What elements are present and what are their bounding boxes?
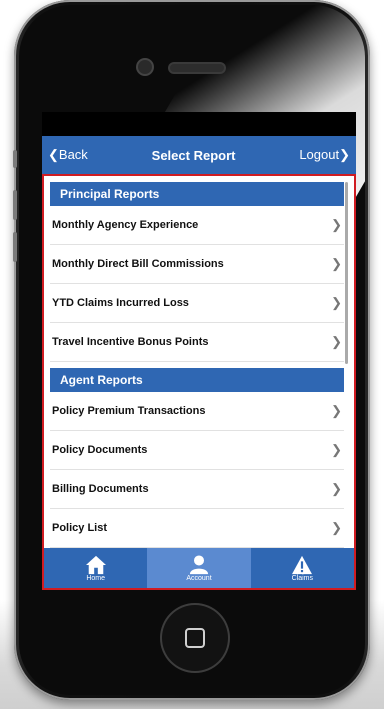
volume-up-button [13, 190, 17, 220]
mute-switch [13, 150, 17, 168]
earpiece-speaker [170, 64, 224, 72]
report-list[interactable]: Principal Reports Monthly Agency Experie… [44, 176, 354, 548]
tab-account[interactable]: Account [147, 548, 251, 588]
section-header-agent-reports: Agent Reports [50, 368, 344, 392]
logout-button[interactable]: Logout❯ [299, 147, 350, 163]
chevron-right-icon: ❯ [331, 403, 342, 418]
volume-down-button [13, 232, 17, 262]
list-item-label: Monthly Direct Bill Commissions [52, 258, 224, 270]
list-item-label: Travel Incentive Bonus Points [52, 336, 209, 348]
list-item-label: Policy List [52, 522, 108, 534]
chevron-left-icon: ❮ [48, 147, 59, 162]
list-item-label: Monthly Agency Experience [52, 219, 199, 231]
page-title: Select Report [151, 147, 236, 163]
report-list-panel: Principal Reports Monthly Agency Experie… [42, 174, 356, 590]
list-item[interactable]: Policy Premium Transactions ❯ [50, 392, 344, 431]
phone-home-button[interactable] [160, 603, 230, 673]
list-item[interactable]: YTD Claims Incurred Loss ❯ [50, 284, 344, 323]
home-square-icon [185, 628, 205, 648]
section-header-principal-reports: Principal Reports [50, 182, 344, 206]
chevron-right-icon: ❯ [331, 295, 342, 310]
list-item[interactable]: Monthly Direct Bill Commissions ❯ [50, 245, 344, 284]
tab-claims-label: Claims [291, 574, 314, 582]
chevron-right-icon: ❯ [331, 481, 342, 496]
list-item-label: Policy Documents [52, 444, 148, 456]
tab-claims[interactable]: Claims [251, 548, 354, 588]
tab-home-label: Home [86, 574, 105, 582]
back-button[interactable]: ❮Back [48, 147, 88, 163]
scrollbar[interactable] [345, 182, 348, 364]
list-item-label: Billing Documents [52, 483, 149, 495]
list-item[interactable]: Billing Documents ❯ [50, 470, 344, 509]
list-item[interactable]: Travel Incentive Bonus Points ❯ [50, 323, 344, 362]
chevron-right-icon: ❯ [331, 217, 342, 232]
back-label: Back [58, 147, 88, 162]
list-item-label: Policy Premium Transactions [52, 405, 206, 417]
tab-bar: Home Account Claims [44, 548, 354, 588]
list-item[interactable]: Policy Documents ❯ [50, 431, 344, 470]
person-icon [189, 554, 209, 574]
list-item[interactable]: Monthly Agency Experience ❯ [50, 206, 344, 245]
nav-bar: ❮Back Select Report Logout❯ [42, 136, 356, 174]
chevron-right-icon: ❯ [331, 256, 342, 271]
chevron-right-icon: ❯ [331, 520, 342, 535]
chevron-right-icon: ❯ [331, 442, 342, 457]
list-item[interactable]: Policy List ❯ [50, 509, 344, 548]
warning-icon [292, 555, 313, 574]
logout-label: Logout [299, 147, 340, 162]
chevron-right-icon: ❯ [331, 334, 342, 349]
tab-home[interactable]: Home [44, 548, 147, 588]
status-bar [42, 112, 356, 136]
phone-screen: ❮Back Select Report Logout❯ Principal Re… [42, 112, 356, 590]
chevron-right-icon: ❯ [339, 147, 350, 162]
front-camera [138, 60, 152, 74]
home-icon [85, 555, 106, 574]
tab-account-label: Account [186, 574, 212, 582]
list-item-label: YTD Claims Incurred Loss [52, 297, 189, 309]
